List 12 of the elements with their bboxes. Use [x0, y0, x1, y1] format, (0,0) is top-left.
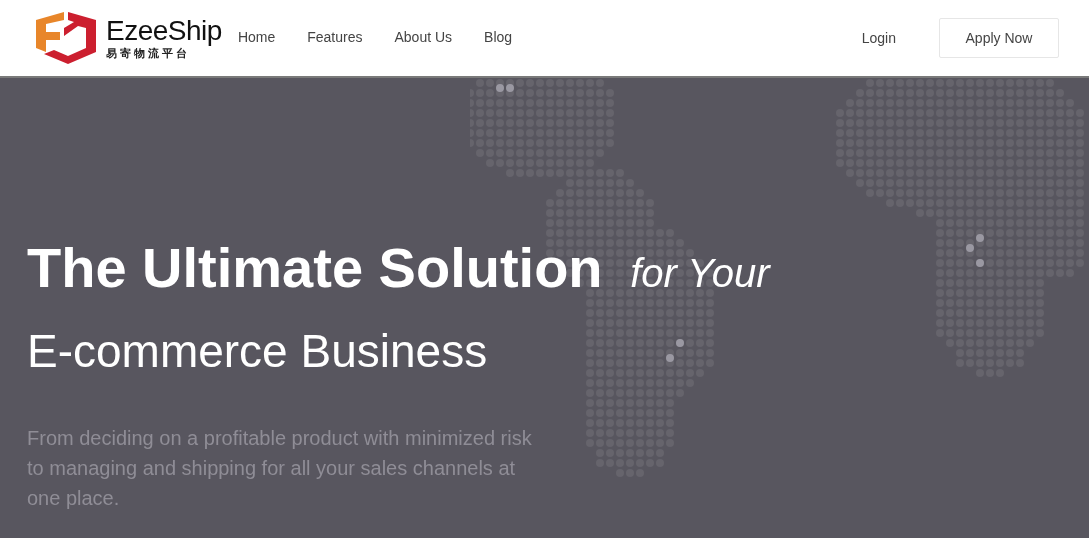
nav-link[interactable]: Blog	[484, 29, 513, 45]
hero-title-suffix: for Your	[630, 251, 770, 295]
login-link[interactable]: Login	[861, 30, 896, 46]
box-logo-icon	[34, 10, 98, 66]
brand-tagline: 易寄物流平台	[106, 46, 191, 61]
brand-name: EzeeShip	[106, 15, 222, 46]
nav-link[interactable]: Features	[307, 29, 363, 45]
apply-now-button[interactable]: Apply Now	[939, 18, 1059, 58]
nav-link[interactable]: Home	[237, 29, 276, 45]
hero-subtitle: E-commerce Business	[27, 324, 489, 379]
hero-title: The Ultimate Solution	[27, 236, 603, 299]
nav-link[interactable]: About Us	[394, 29, 453, 45]
